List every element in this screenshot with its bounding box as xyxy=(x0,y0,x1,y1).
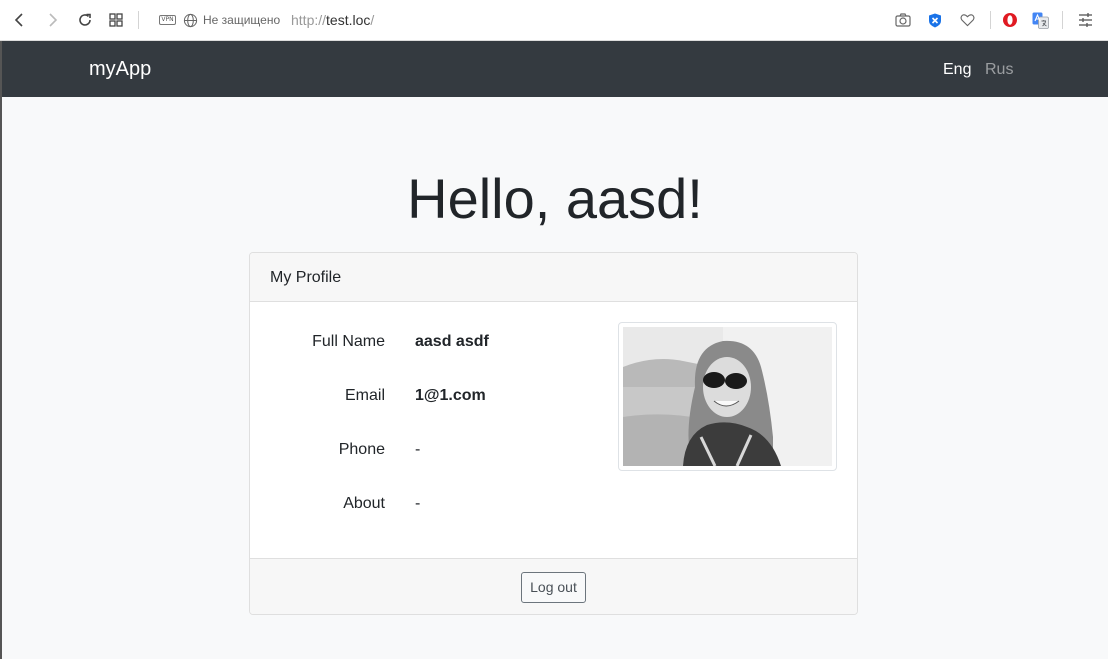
url-protocol: http:// xyxy=(291,12,327,28)
email-value: 1@1.com xyxy=(415,387,486,404)
brand-logo[interactable]: myApp xyxy=(89,58,151,81)
address-bar[interactable]: http://test.loc/ xyxy=(291,12,374,28)
opera-icon[interactable] xyxy=(1001,11,1019,29)
profile-card-title: My Profile xyxy=(270,269,342,286)
avatar-photo xyxy=(623,327,832,466)
back-icon[interactable] xyxy=(11,11,29,29)
profile-card-header: My Profile xyxy=(250,253,857,302)
phone-value: - xyxy=(415,441,421,458)
phone-label: Phone xyxy=(338,441,385,458)
toolbar-divider xyxy=(990,11,991,29)
toolbar-divider xyxy=(1062,11,1063,29)
app-navbar: myApp Eng Rus xyxy=(2,41,1108,97)
page-title: Hello, aasd! xyxy=(407,167,703,230)
forward-icon[interactable] xyxy=(43,11,61,29)
profile-card: My Profile Full Name aasd asdf Email 1@1… xyxy=(249,252,858,615)
avatar xyxy=(618,322,837,471)
email-label: Email xyxy=(344,387,385,404)
lang-eng-link[interactable]: Eng xyxy=(943,61,971,79)
toolbar-divider xyxy=(138,11,139,29)
about-label: About xyxy=(343,495,385,512)
url-path: / xyxy=(370,12,375,28)
about-value: - xyxy=(415,495,421,512)
vpn-icon[interactable]: VPN xyxy=(159,15,176,25)
adblock-icon[interactable] xyxy=(926,11,944,29)
security-status[interactable]: Не защищено xyxy=(203,13,280,27)
globe-icon[interactable] xyxy=(181,11,199,29)
profile-card-footer: Log out xyxy=(250,558,857,614)
heart-icon[interactable] xyxy=(958,11,976,29)
full-name-value: aasd asdf xyxy=(415,333,489,350)
camera-icon[interactable] xyxy=(894,11,912,29)
url-host: test.loc xyxy=(326,12,371,28)
translate-icon[interactable] xyxy=(1031,11,1049,29)
speed-dial-icon[interactable] xyxy=(107,11,125,29)
browser-toolbar: VPN Не защищено http://test.loc/ xyxy=(0,0,1108,41)
full-name-label: Full Name xyxy=(312,333,385,350)
reload-icon[interactable] xyxy=(76,11,94,29)
logout-button[interactable]: Log out xyxy=(521,572,586,603)
easy-setup-icon[interactable] xyxy=(1076,11,1094,29)
lang-rus-link[interactable]: Rus xyxy=(985,61,1013,79)
